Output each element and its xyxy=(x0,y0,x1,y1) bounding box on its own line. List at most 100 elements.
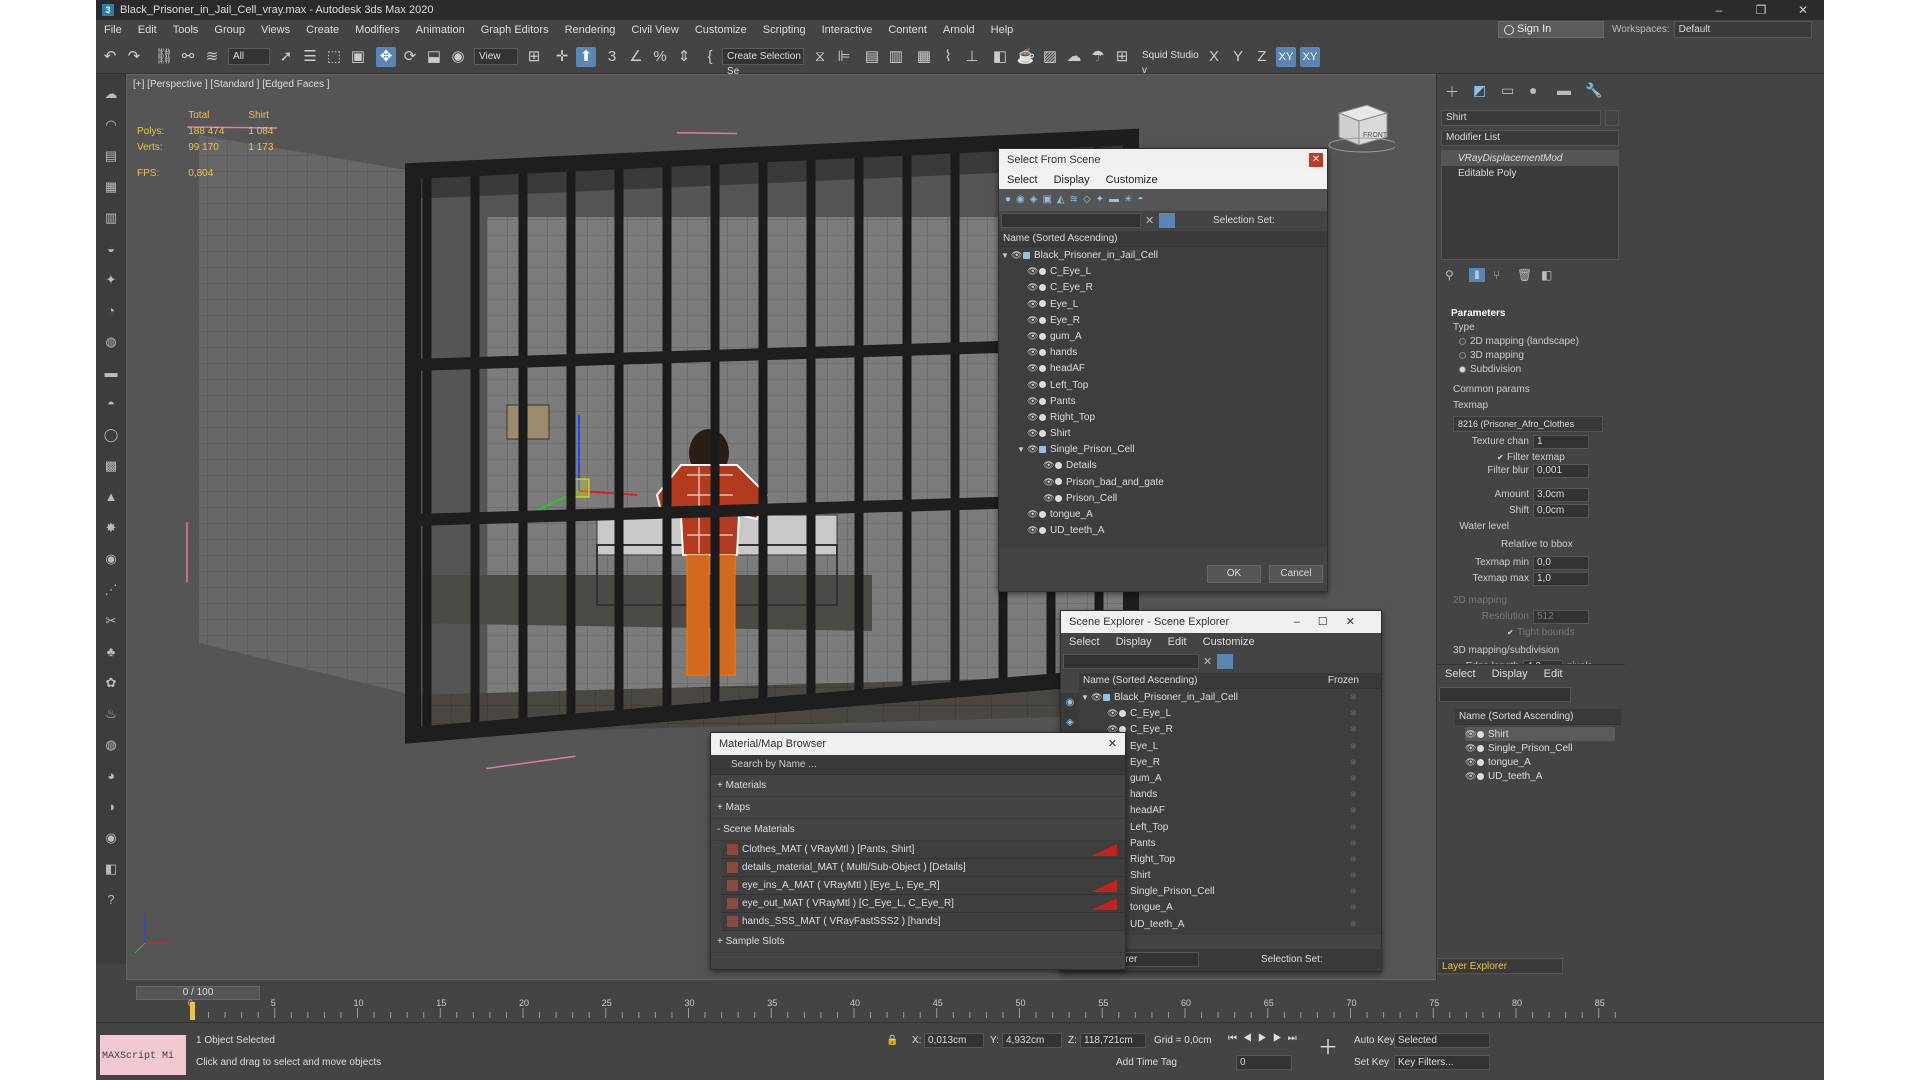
select-rotate-icon[interactable]: ⟳ xyxy=(400,47,420,67)
coord-x-field[interactable]: 0,013cm xyxy=(924,1033,984,1048)
frozen-icon[interactable]: ❄ xyxy=(1349,738,1357,754)
menu-rendering[interactable]: Rendering xyxy=(557,20,624,40)
expand-icon[interactable]: ▼ xyxy=(1081,690,1091,706)
material-editor-icon[interactable]: ◧ xyxy=(990,47,1010,67)
viewcube[interactable]: FRONT xyxy=(1325,95,1395,155)
tight-bounds-checkbox[interactable]: ✔ Tight bounds xyxy=(1507,627,1574,638)
menu-civil-view[interactable]: Civil View xyxy=(623,20,686,40)
frozen-icon[interactable]: ❄ xyxy=(1349,867,1357,883)
sfs-row[interactable]: 👁 Prison_Cell xyxy=(999,490,1327,506)
material-row[interactable]: eye_ins_A_MAT ( VRayMtl ) [Eye_L, Eye_R] xyxy=(721,877,1125,895)
key-mode-dropdown[interactable]: Selected xyxy=(1394,1033,1490,1048)
se-window-controls[interactable]: –☐✕ xyxy=(1294,611,1373,633)
toggle-layer-explorer-icon[interactable]: ▥ xyxy=(886,47,906,67)
sfs-filter-icon[interactable] xyxy=(1159,213,1175,228)
visibility-icon[interactable]: 👁 xyxy=(1027,344,1038,360)
visibility-icon[interactable]: 👁 xyxy=(1027,441,1038,457)
globe-icon[interactable]: ◍ xyxy=(101,735,121,755)
cone-icon[interactable]: ▲ xyxy=(101,487,121,507)
frozen-icon[interactable]: ❄ xyxy=(1349,883,1357,899)
squid-studio-label[interactable]: Squid Studio v xyxy=(1138,48,1200,76)
undo-icon[interactable]: ↶ xyxy=(100,47,120,67)
geo-icon[interactable]: ◔ xyxy=(101,301,121,321)
se-menu-select[interactable]: Select xyxy=(1061,633,1108,651)
menu-animation[interactable]: Animation xyxy=(408,20,473,40)
hemisphere-icon[interactable]: ◓ xyxy=(101,394,121,414)
sfs-row[interactable]: 👁 Eye_R xyxy=(999,312,1327,328)
motion-tab-icon[interactable]: ● xyxy=(1529,82,1537,98)
sfs-row[interactable]: 👁 Details xyxy=(999,457,1327,473)
frozen-icon[interactable]: ❄ xyxy=(1349,851,1357,867)
mb-section-0[interactable]: + Materials xyxy=(711,775,1125,797)
mb-section-3[interactable]: + Sample Slots xyxy=(711,931,1125,953)
select-object-icon[interactable]: ➚ xyxy=(276,47,296,67)
mb-search-input[interactable]: Search by Name ... xyxy=(711,755,1125,775)
modifier-stack-item[interactable]: VRayDisplacementMod xyxy=(1442,151,1618,166)
se-column-header[interactable]: Name (Sorted Ascending) Frozen xyxy=(1079,673,1381,689)
remove-modifier-icon[interactable]: 🗑 xyxy=(1517,268,1532,282)
mb-section-1[interactable]: + Maps xyxy=(711,797,1125,819)
menu-edit[interactable]: Edit xyxy=(130,20,165,40)
sfs-row[interactable]: 👁 headAF xyxy=(999,360,1327,376)
layer-menu-display[interactable]: Display xyxy=(1484,665,1536,683)
menu-interactive[interactable]: Interactive xyxy=(814,20,881,40)
expand-icon[interactable]: ▼ xyxy=(1017,442,1027,458)
sfs-cancel-button[interactable]: Cancel xyxy=(1269,565,1323,583)
light-bulb-icon[interactable]: ◉ xyxy=(101,549,121,569)
toggle-scene-explorer-icon[interactable]: ▤ xyxy=(862,47,882,67)
layer-search-input[interactable] xyxy=(1439,687,1571,702)
render-icon[interactable]: ◉ xyxy=(101,828,121,848)
visibility-icon[interactable]: 👁 xyxy=(1027,279,1038,295)
set-key-button[interactable]: Set Key xyxy=(1354,1057,1389,1068)
maximize-icon[interactable]: ❐ xyxy=(1740,0,1782,20)
menu-arnold[interactable]: Arnold xyxy=(935,20,983,40)
expand-icon[interactable]: ▼ xyxy=(1001,248,1011,264)
visibility-icon[interactable]: 👁 xyxy=(1465,769,1476,783)
sfs-row[interactable]: 👁 Left_Top xyxy=(999,377,1327,393)
menu-content[interactable]: Content xyxy=(880,20,935,40)
menu-create[interactable]: Create xyxy=(298,20,347,40)
lock-selection-icon[interactable]: 🔒 xyxy=(886,1035,898,1046)
keyboard-shortcut-toggle-icon[interactable]: ⬆ xyxy=(576,47,596,67)
flower-icon[interactable]: ✿ xyxy=(101,673,121,693)
window-crossing-icon[interactable]: ▣ xyxy=(348,47,368,67)
shade-icon[interactable]: ◑ xyxy=(101,797,121,817)
tube-icon[interactable]: ▩ xyxy=(101,456,121,476)
select-move-icon[interactable]: ✥ xyxy=(376,47,396,67)
render-shade-icon[interactable]: ⊞ xyxy=(1112,47,1132,67)
type-radio-icon[interactable] xyxy=(1459,337,1466,345)
hierarchy-tab-icon[interactable]: ▭ xyxy=(1501,82,1514,99)
se-filter-icon[interactable] xyxy=(1217,654,1233,669)
frozen-icon[interactable]: ❄ xyxy=(1349,689,1357,705)
curve-editor-icon[interactable]: ⌇ xyxy=(938,47,958,67)
render-iterative-icon[interactable]: ☂ xyxy=(1088,47,1108,67)
frozen-icon[interactable]: ❄ xyxy=(1349,835,1357,851)
create-icon[interactable]: ☁ xyxy=(101,84,121,104)
axis-z-button[interactable]: Z xyxy=(1252,47,1272,67)
cylinder-icon[interactable]: ◯ xyxy=(101,425,121,445)
configure-modifier-icon[interactable]: ◧ xyxy=(1541,268,1552,282)
visibility-icon[interactable]: 👁 xyxy=(1465,755,1476,769)
sfs-row[interactable]: ▼ 👁 Black_Prisoner_in_Jail_Cell xyxy=(999,247,1327,263)
close-icon[interactable]: ✕ xyxy=(1782,0,1824,20)
sun-icon[interactable]: ✸ xyxy=(101,518,121,538)
sfs-row[interactable]: 👁 tongue_A xyxy=(999,506,1327,522)
visibility-icon[interactable]: 👁 xyxy=(1465,741,1476,755)
menu-tools[interactable]: Tools xyxy=(165,20,207,40)
layer-icon[interactable]: ◧ xyxy=(101,859,121,879)
workspace-dropdown[interactable]: Default xyxy=(1673,21,1812,38)
sfs-column-header[interactable]: Name (Sorted Ascending) xyxy=(999,231,1327,247)
visibility-icon[interactable]: 👁 xyxy=(1043,474,1054,490)
menu-scripting[interactable]: Scripting xyxy=(755,20,814,40)
select-scale-icon[interactable]: ⬓ xyxy=(424,47,444,67)
sfs-row[interactable]: 👁 gum_A xyxy=(999,328,1327,344)
display-tab-icon[interactable]: ▬ xyxy=(1557,82,1571,98)
material-row[interactable]: hands_SSS_MAT ( VRayFastSSS2 ) [hands] xyxy=(721,913,1125,931)
render-production-icon[interactable]: ☁ xyxy=(1064,47,1084,67)
layer-explorer-footer[interactable]: Layer Explorer xyxy=(1437,958,1563,974)
sfs-row[interactable]: 👁 C_Eye_L xyxy=(999,263,1327,279)
bind-space-warp-icon[interactable]: ≋ xyxy=(202,47,222,67)
texmap-max-spinner[interactable]: 1,0 xyxy=(1533,572,1589,586)
filter-blur-spinner[interactable]: 0,001 xyxy=(1533,464,1589,478)
visibility-icon[interactable]: 👁 xyxy=(1027,296,1038,312)
